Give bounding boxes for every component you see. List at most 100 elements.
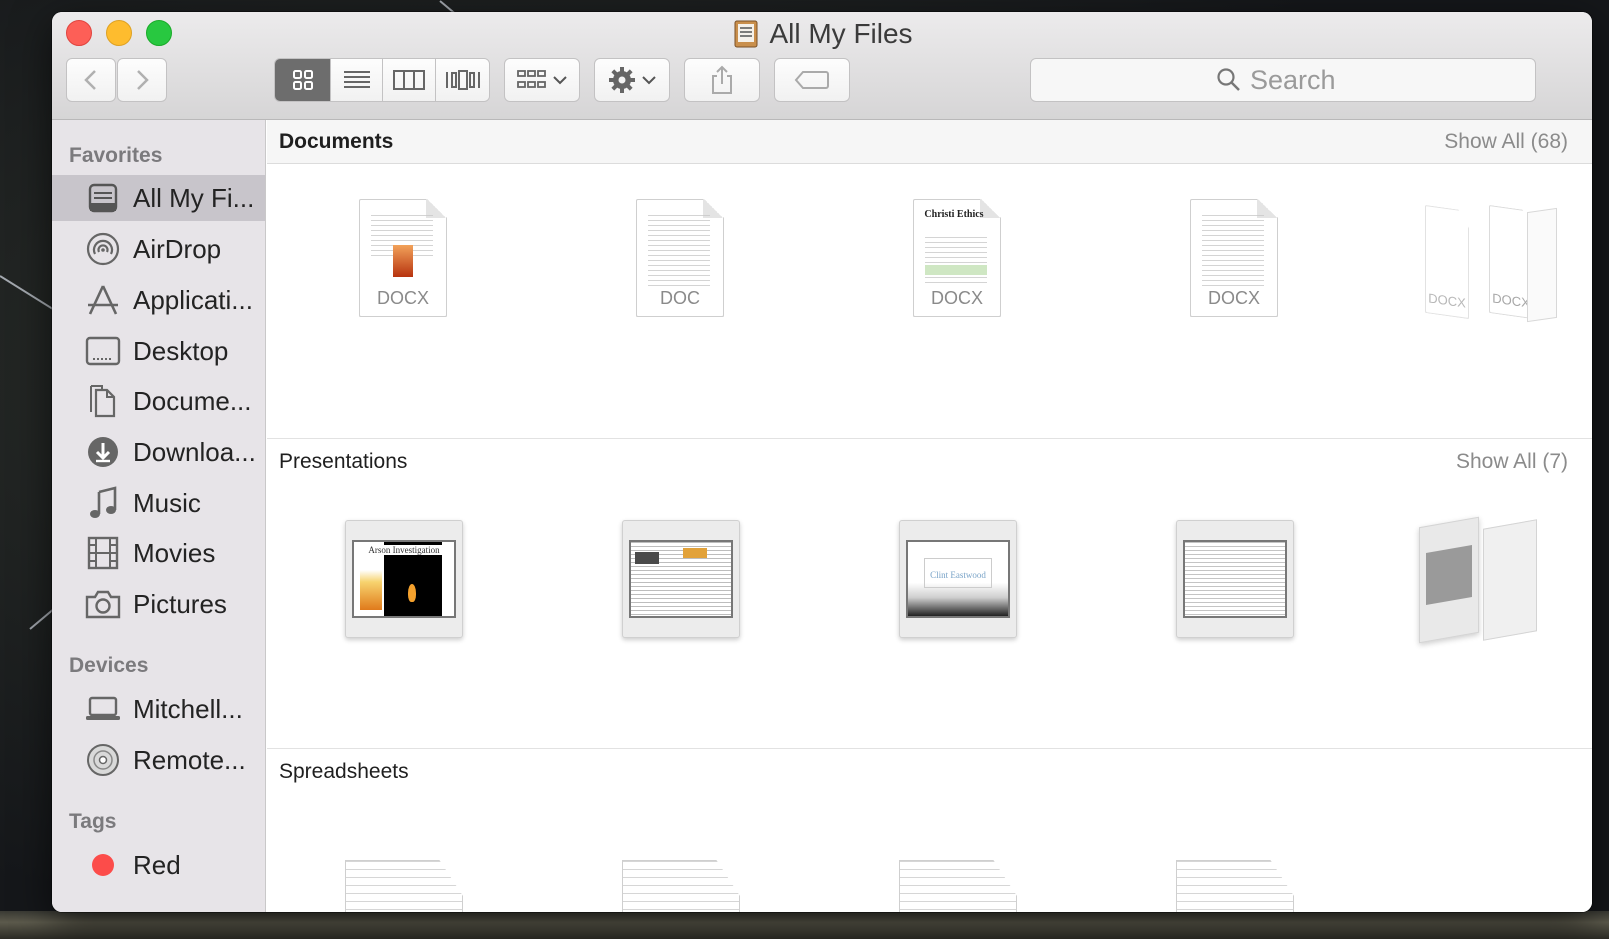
document-file[interactable]: DOCX [1190, 199, 1278, 317]
airdrop-icon [85, 231, 121, 267]
spreadsheet-file[interactable] [1176, 860, 1294, 912]
arrange-grid-icon [517, 70, 546, 88]
document-file[interactable]: DOCX [359, 199, 447, 317]
view-switcher [274, 58, 490, 102]
slide-thumbnail [1426, 544, 1472, 606]
sidebar-item-airdrop[interactable]: AirDrop [52, 226, 265, 272]
action-button[interactable] [594, 58, 670, 102]
show-all-link[interactable]: Show All (7) [1456, 450, 1568, 474]
sidebar-item-label: Docume... [133, 385, 252, 416]
presentation-file[interactable]: Clint Eastwood [899, 520, 1017, 638]
sidebar-item-all-my-files[interactable]: All My Fi... [52, 175, 265, 221]
sidebar-item-downloads[interactable]: Downloa... [52, 429, 265, 475]
all-my-files-icon [85, 180, 121, 216]
finder-window: All My Files Search Favorites All My Fi.… [52, 12, 1592, 912]
list-view-button[interactable] [331, 59, 383, 101]
gear-icon [609, 67, 635, 93]
section-title: Spreadsheets [279, 760, 409, 783]
arrange-button[interactable] [504, 58, 580, 102]
sidebar-item-remote-disc[interactable]: Remote... [52, 737, 265, 783]
all-my-files-icon [734, 20, 758, 48]
flame-image [360, 570, 382, 610]
chevron-left-icon [84, 70, 96, 90]
sidebar-item-documents[interactable]: Docume... [52, 378, 265, 424]
window-title-text: All My Files [769, 18, 913, 49]
chevron-down-icon [553, 76, 567, 85]
slide-image-block [683, 548, 707, 558]
applications-icon [85, 282, 121, 318]
search-icon [1217, 68, 1240, 91]
slide-image-block [635, 552, 659, 564]
icon-view-button[interactable] [275, 59, 331, 101]
sidebar-item-label: Desktop [133, 335, 229, 366]
document-stack-item[interactable]: DOCX [1425, 205, 1469, 319]
back-button[interactable] [66, 58, 116, 102]
documents-section-header: Documents Show All (68) [267, 120, 1592, 164]
downloads-icon [85, 434, 121, 470]
sidebar-item-mitchell[interactable]: Mitchell... [52, 686, 265, 732]
column-view-button[interactable] [383, 59, 436, 101]
sidebar-item-label: Red [133, 849, 181, 880]
cover-flow-button[interactable] [436, 59, 489, 101]
sidebar-item-tag-red[interactable]: Red [52, 842, 265, 888]
chevron-down-icon [642, 76, 656, 85]
file-extension: DOCX [1207, 288, 1260, 308]
spreadsheet-file[interactable] [622, 860, 740, 912]
document-file[interactable]: DOC [636, 199, 724, 317]
movies-icon [85, 535, 121, 571]
search-input[interactable] [1250, 64, 1350, 96]
laptop-icon [85, 691, 121, 727]
edit-tags-button[interactable] [774, 58, 850, 102]
spreadsheets-section-header: Spreadsheets [267, 750, 1592, 794]
tag-icon [794, 71, 829, 89]
file-browser: Documents Show All (68) DOCX DOC Christi… [267, 120, 1592, 912]
sidebar-item-music[interactable]: Music [52, 480, 265, 526]
section-title: Presentations [279, 450, 408, 473]
show-all-link[interactable]: Show All (68) [1444, 130, 1568, 154]
file-extension: DOC [660, 288, 700, 308]
documents-icon [85, 383, 121, 419]
forward-button[interactable] [117, 58, 167, 102]
sidebar-item-desktop[interactable]: Desktop [52, 328, 265, 374]
search-field[interactable] [1030, 58, 1536, 102]
sidebar-item-label: Applicati... [133, 284, 253, 315]
document-stack-item[interactable] [1527, 207, 1557, 323]
sidebar-item-label: Mitchell... [133, 693, 243, 724]
presentation-file[interactable]: Arson Investigation [345, 520, 463, 638]
sidebar-item-label: Remote... [133, 744, 246, 775]
match-flame-image [408, 584, 416, 602]
presentation-stack-item[interactable] [1483, 519, 1537, 641]
chevron-right-icon [137, 70, 149, 90]
grid-icon [292, 70, 313, 90]
slide-caption: Clint Eastwood [930, 570, 986, 580]
columns-icon [393, 70, 425, 90]
window-title: All My Files [52, 18, 1592, 50]
sidebar-item-label: Movies [133, 537, 216, 568]
file-extension: DOCX [376, 288, 429, 308]
presentations-section-header: Presentations Show All (7) [267, 440, 1592, 484]
presentation-file[interactable] [1176, 520, 1294, 638]
document-file[interactable]: Christi Ethics DOCX [913, 199, 1001, 317]
spreadsheet-file[interactable] [899, 860, 1017, 912]
devices-heading: Devices [69, 654, 149, 677]
presentation-stack-item[interactable] [1419, 516, 1479, 644]
favorites-heading: Favorites [69, 144, 163, 167]
file-extension: DOCX [930, 288, 983, 308]
sidebar-item-pictures[interactable]: Pictures [52, 581, 265, 627]
titlebar: All My Files [52, 12, 1592, 120]
sidebar-item-label: Music [133, 487, 201, 518]
sidebar-item-movies[interactable]: Movies [52, 530, 265, 576]
presentation-file[interactable] [622, 520, 740, 638]
spreadsheet-file[interactable] [345, 860, 463, 912]
sidebar-item-applications[interactable]: Applicati... [52, 277, 265, 323]
tags-heading: Tags [69, 810, 117, 833]
section-divider [267, 438, 1592, 439]
document-preview-highlight [925, 265, 987, 275]
share-icon [712, 65, 732, 94]
document-thumbnail-image [393, 245, 413, 277]
sidebar-item-label: AirDrop [133, 233, 222, 264]
sidebar: Favorites All My Fi... AirDrop Applicati… [52, 120, 266, 912]
remote-disc-icon [85, 742, 121, 778]
share-button[interactable] [684, 58, 760, 102]
slide-caption: Arson Investigation [354, 545, 454, 555]
